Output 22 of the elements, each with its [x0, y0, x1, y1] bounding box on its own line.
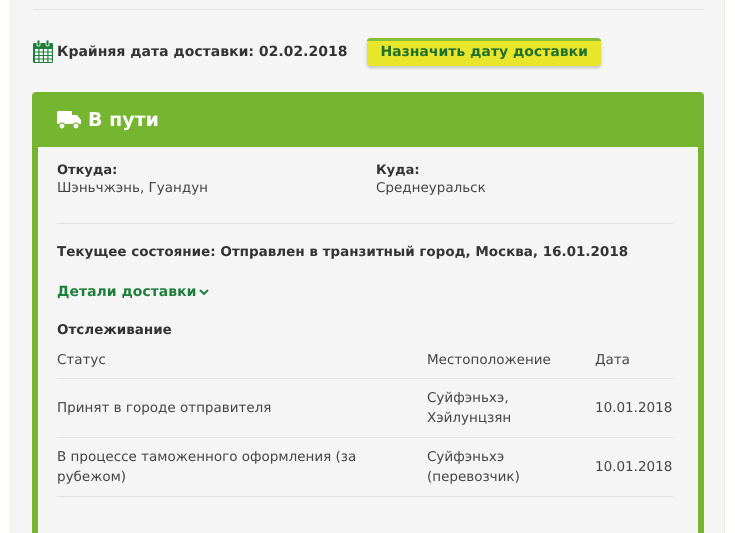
- location-cell: Суйфэньхэ (перевозчик): [427, 438, 595, 496]
- destination-label: Куда:: [376, 163, 421, 178]
- origin-label: Откуда:: [57, 163, 118, 178]
- delivery-deadline: Крайняя дата доставки: 02.02.2018: [57, 44, 348, 60]
- calendar-icon: [32, 40, 54, 64]
- truck-icon: [57, 110, 82, 130]
- tracking-title: Отслеживание: [57, 322, 173, 338]
- status-cell: Принят в городе отправителя: [57, 378, 427, 438]
- destination-value: Среднеуральск: [376, 180, 486, 196]
- origin-value: Шэньчжэнь, Гуандун: [57, 180, 210, 196]
- schedule-delivery-button[interactable]: Назначить дату доставки: [367, 38, 601, 66]
- status-cell: В процессе таможенного оформления (за рубежом): [57, 438, 427, 496]
- shipment-status-title: В пути: [88, 108, 159, 130]
- current-status: Текущее состояние: Отправлен в транзитный город, Москва, 16.01.2018: [57, 244, 630, 260]
- delivery-details-link[interactable]: Детали доставки: [57, 284, 210, 300]
- location-cell: Суйфэньхэ, Хэйлунцзян: [427, 378, 595, 438]
- date-cell: 10.01.2018: [595, 378, 673, 438]
- column-header: Дата: [595, 344, 673, 378]
- column-header: Местоположение: [427, 344, 595, 378]
- date-cell: 10.01.2018: [595, 438, 673, 496]
- chevron-down-icon: [199, 288, 210, 296]
- column-header: Статус: [57, 344, 427, 378]
